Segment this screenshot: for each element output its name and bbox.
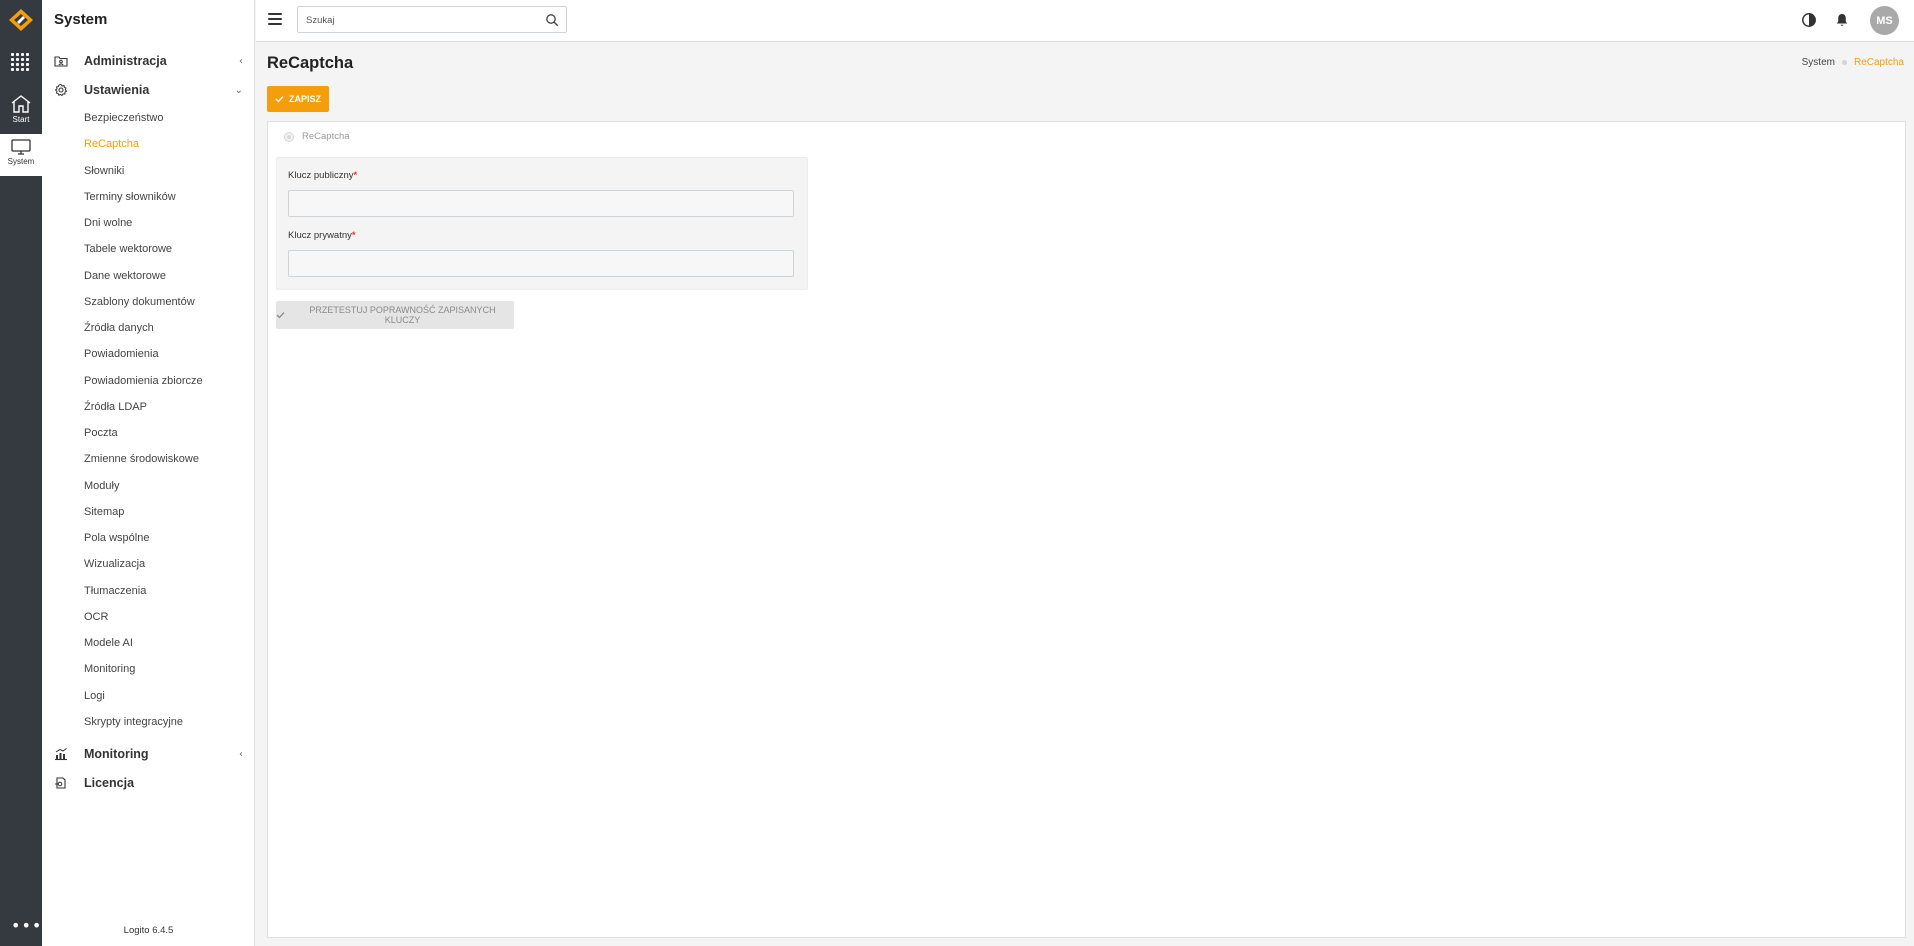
public-key-label: Klucz publiczny* — [288, 170, 358, 181]
sidebar-group-label: Monitoring — [84, 747, 149, 761]
sidebar-item-zmienne-srodowiskowe[interactable]: Zmienne środowiskowe — [84, 453, 199, 465]
sidebar-item-dane-wektorowe[interactable]: Dane wektorowe — [84, 270, 166, 282]
user-avatar[interactable]: MS — [1870, 6, 1899, 35]
sidebar-item-monitoring[interactable]: Monitoring — [84, 663, 135, 675]
sidebar-group-monitoring[interactable]: Monitoring ‹ — [42, 742, 255, 766]
sidebar-group-label: Administracja — [84, 54, 167, 68]
bell-icon[interactable] — [1834, 12, 1850, 28]
sidebar-item-zrodla-ldap[interactable]: Źródła LDAP — [84, 401, 147, 413]
sidebar-item-tlumaczenia[interactable]: Tłumaczenia — [84, 585, 146, 597]
breadcrumb-current: ReCaptcha — [1853, 57, 1904, 68]
rail-item-system[interactable]: System — [0, 134, 42, 176]
sidebar-item-powiadomienia-zbiorcze[interactable]: Powiadomienia zbiorcze — [84, 375, 203, 387]
required-marker: * — [353, 170, 358, 181]
more-icon[interactable]: ••• — [11, 918, 42, 934]
check-icon — [275, 96, 284, 103]
logo-icon[interactable] — [8, 8, 34, 32]
sidebar-item-slowniki[interactable]: Słowniki — [84, 165, 124, 177]
topbar: MS — [256, 0, 1914, 42]
sidebar-group-administracja[interactable]: Administracja ‹ — [42, 49, 255, 73]
sidebar-item-ocr[interactable]: OCR — [84, 611, 108, 623]
breadcrumb-root[interactable]: System — [1802, 57, 1835, 68]
chart-icon — [55, 748, 67, 761]
chevron-left-icon: ‹ — [239, 748, 243, 760]
app-rail: Start System ••• — [0, 0, 42, 946]
search-box — [297, 6, 567, 33]
chevron-down-icon: ⌄ — [234, 84, 243, 96]
sidebar-item-skrypty-integracyjne[interactable]: Skrypty integracyjne — [84, 716, 183, 728]
breadcrumb: System ReCaptcha — [1802, 57, 1904, 68]
license-icon — [55, 777, 66, 789]
radio-label: ReCaptcha — [302, 131, 350, 142]
page-title: ReCaptcha — [267, 54, 354, 72]
home-icon — [11, 95, 31, 113]
public-key-input[interactable] — [288, 190, 794, 217]
monitor-icon — [11, 139, 31, 155]
search-input[interactable] — [306, 13, 536, 27]
sidebar-item-wizualizacja[interactable]: Wizualizacja — [84, 558, 145, 570]
apps-grid-icon[interactable] — [11, 53, 31, 73]
sidebar-group-label: Licencja — [84, 776, 135, 790]
check-icon — [276, 312, 285, 319]
sidebar-item-bezpieczenstwo[interactable]: Bezpieczeństwo — [84, 112, 164, 124]
save-button-label: ZAPISZ — [288, 94, 321, 104]
private-key-input[interactable] — [288, 250, 794, 277]
rail-item-start[interactable]: Start — [0, 90, 42, 132]
gear-icon — [54, 83, 68, 97]
sidebar-item-sitemap[interactable]: Sitemap — [84, 506, 124, 518]
sidebar: System Administracja ‹ Ustawienia ⌄ Bezp… — [42, 0, 255, 946]
sidebar-item-szablony-dokumentow[interactable]: Szablony dokumentów — [84, 296, 195, 308]
test-keys-button[interactable]: PRZETESTUJ POPRAWNOŚĆ ZAPISANYCH KLUCZY — [276, 301, 514, 329]
sidebar-item-logi[interactable]: Logi — [84, 690, 105, 702]
sidebar-title: System — [54, 11, 108, 28]
breadcrumb-separator-icon — [1841, 60, 1847, 65]
sidebar-item-dni-wolne[interactable]: Dni wolne — [84, 217, 132, 229]
sidebar-item-modele-ai[interactable]: Modele AI — [84, 637, 133, 649]
settings-card: ReCaptcha Klucz publiczny* Klucz prywatn… — [267, 121, 1906, 938]
private-key-label: Klucz prywatny* — [288, 230, 356, 241]
chevron-left-icon: ‹ — [239, 55, 243, 67]
sidebar-group-licencja[interactable]: Licencja — [42, 771, 255, 795]
sidebar-item-powiadomienia[interactable]: Powiadomienia — [84, 348, 159, 360]
recaptcha-radio-option[interactable]: ReCaptcha — [284, 131, 350, 142]
sidebar-group-label: Ustawienia — [84, 83, 150, 97]
sidebar-item-poczta[interactable]: Poczta — [84, 427, 118, 439]
sidebar-item-terminy-slownikow[interactable]: Terminy słowników — [84, 191, 176, 203]
menu-toggle-icon[interactable] — [268, 13, 282, 25]
folder-user-icon — [54, 56, 68, 67]
save-button[interactable]: ZAPISZ — [267, 86, 329, 112]
sidebar-item-recaptcha[interactable]: ReCaptcha — [84, 138, 139, 150]
contrast-icon[interactable] — [1801, 12, 1817, 28]
required-marker: * — [351, 230, 356, 241]
sidebar-item-zrodla-danych[interactable]: Źródła danych — [84, 322, 154, 334]
search-icon[interactable] — [545, 13, 559, 27]
radio-icon — [284, 131, 294, 142]
test-keys-button-label: PRZETESTUJ POPRAWNOŚĆ ZAPISANYCH KLUCZY — [309, 305, 496, 325]
sidebar-item-tabele-wektorowe[interactable]: Tabele wektorowe — [84, 243, 172, 255]
keys-fieldset: Klucz publiczny* Klucz prywatny* — [276, 157, 808, 290]
rail-start-label: Start — [12, 115, 30, 124]
sidebar-group-ustawienia[interactable]: Ustawienia ⌄ — [42, 78, 255, 102]
app-version: Logito 6.4.5 — [123, 925, 174, 936]
rail-system-label: System — [7, 157, 35, 166]
sidebar-item-pola-wspolne[interactable]: Pola wspólne — [84, 532, 149, 544]
sidebar-item-moduly[interactable]: Moduły — [84, 480, 119, 492]
